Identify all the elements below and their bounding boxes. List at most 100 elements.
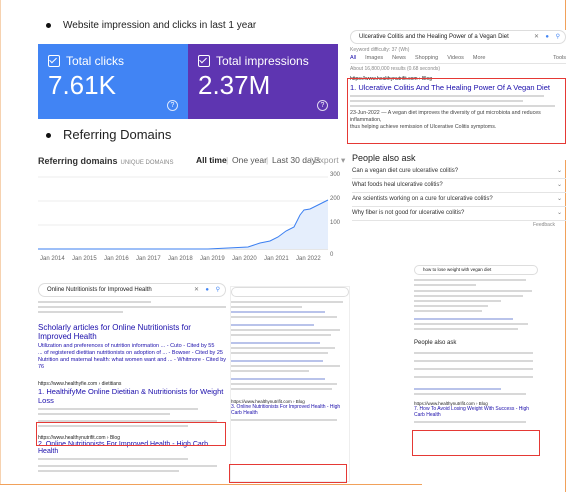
serp-line xyxy=(414,284,476,286)
serp-line xyxy=(414,393,526,395)
paa-question[interactable]: Are scientists working on a cure for ulc… xyxy=(352,192,566,207)
serp-top-tabs: All Images News Shopping Videos More Too… xyxy=(350,55,566,61)
mic-icon[interactable]: ● xyxy=(205,284,209,296)
seo-metrics-row xyxy=(38,413,170,415)
export-label: Export xyxy=(314,155,339,165)
paa-question-text: Can a vegan diet cure ulcerative colitis… xyxy=(352,168,459,174)
bullet-domains-text: Referring Domains xyxy=(63,127,172,142)
paa-question-text: Why fiber is not good for ulcerative col… xyxy=(352,210,465,216)
scholarly-item[interactable]: Nutrition and maternal health: what wome… xyxy=(38,357,226,371)
serp-link-line xyxy=(414,318,514,320)
serp-tabs-line xyxy=(414,279,526,281)
filter-all-time[interactable]: All time xyxy=(196,155,227,165)
y-tick: 200 xyxy=(330,196,341,202)
divider: | xyxy=(310,155,313,165)
total-clicks-header: Total clicks xyxy=(48,54,124,68)
scholarly-item[interactable]: ... of registered dietitian nutritionist… xyxy=(38,350,226,357)
highlight-box xyxy=(347,78,566,144)
chevron-down-icon: ▾ xyxy=(340,155,346,165)
highlight-box xyxy=(36,422,226,446)
serp-line xyxy=(414,421,526,423)
total-clicks-card[interactable]: Total clicks 7.61K ? xyxy=(38,44,188,119)
scholarly-heading[interactable]: Scholarly articles for Online Nutritioni… xyxy=(38,323,226,341)
help-icon[interactable]: ? xyxy=(317,100,328,111)
serp-line xyxy=(414,290,532,292)
highlight-box xyxy=(229,464,347,483)
serp-link-line xyxy=(231,378,326,380)
serp-left-query: Online Nutritionists for Improved Health xyxy=(47,287,152,293)
serp-line xyxy=(414,328,519,330)
serp-line xyxy=(231,334,332,336)
frame-left-border xyxy=(0,0,1,484)
snippet-line xyxy=(38,465,217,467)
filter-one-year[interactable]: One year xyxy=(232,155,267,165)
serp-right-paa: People also ask xyxy=(414,340,457,346)
chevron-down-icon: ⌄ xyxy=(556,182,562,188)
total-impressions-card[interactable]: Total impressions 2.37M ? xyxy=(188,44,338,119)
bullet-domains: Referring Domains xyxy=(46,127,171,142)
highlight-box xyxy=(412,430,540,456)
paa-question-text: Are scientists working on a cure for ulc… xyxy=(352,196,493,202)
scholarly-item[interactable]: Utilization and preferences of nutrition… xyxy=(38,343,226,350)
tab-more[interactable]: More xyxy=(473,55,486,61)
tab-videos[interactable]: Videos xyxy=(447,55,464,61)
close-icon[interactable]: ✕ xyxy=(534,31,539,43)
chevron-down-icon: ⌄ xyxy=(556,210,562,216)
serp-tabs-line xyxy=(38,306,226,308)
result1-title-link[interactable]: 1. HealthifyMe Online Dietitian & Nutrit… xyxy=(38,387,226,405)
divider: | xyxy=(266,155,269,165)
x-tick: Jan 2014 xyxy=(40,256,65,262)
x-tick: Jan 2017 xyxy=(136,256,161,262)
tab-news[interactable]: News xyxy=(392,55,406,61)
close-icon[interactable]: ✕ xyxy=(194,284,199,296)
search-icon[interactable]: ⚲ xyxy=(216,284,220,296)
tab-all[interactable]: All xyxy=(350,55,356,61)
tab-shopping[interactable]: Shopping xyxy=(415,55,438,61)
serp-top-search-bar[interactable]: Ulcerative Colitis and the Healing Power… xyxy=(350,30,566,44)
chevron-down-icon: ⌄ xyxy=(556,168,562,174)
paa-question[interactable]: Why fiber is not good for ulcerative col… xyxy=(352,206,566,221)
paa-question[interactable]: What foods heal ulcerative colitis? ⌄ xyxy=(352,178,566,193)
filter-last-30-days[interactable]: Last 30 days xyxy=(272,155,320,165)
serp-link-line xyxy=(414,388,501,390)
x-tick: Jan 2022 xyxy=(296,256,321,262)
right-result-title-link[interactable]: 7. How To Avoid Losing Weight With Succe… xyxy=(414,406,538,418)
feedback-link[interactable]: Feedback xyxy=(533,222,555,228)
serp-line xyxy=(231,383,338,385)
serp-line xyxy=(231,306,302,308)
serp-top-query: Ulcerative Colitis and the Healing Power… xyxy=(359,34,509,40)
serp-stats-line xyxy=(38,311,123,313)
paa-question[interactable]: Can a vegan diet cure ulcerative colitis… xyxy=(352,164,566,179)
x-tick: Jan 2019 xyxy=(200,256,225,262)
serp-mid-search-bar[interactable] xyxy=(231,287,349,297)
total-impressions-label: Total impressions xyxy=(216,54,309,68)
serp-line xyxy=(414,323,529,325)
serp-line xyxy=(231,316,338,318)
serp-link-line xyxy=(231,311,326,313)
serp-left-search-bar[interactable]: Online Nutritionists for Improved Health… xyxy=(38,283,226,297)
x-tick: Jan 2015 xyxy=(72,256,97,262)
serp-left: Online Nutritionists for Improved Health… xyxy=(38,283,226,475)
tab-images[interactable]: Images xyxy=(365,55,383,61)
divider: | xyxy=(226,155,229,165)
serp-line xyxy=(414,295,524,297)
mic-icon[interactable]: ● xyxy=(545,31,549,43)
checkbox-icon xyxy=(198,55,210,67)
mid-result-title-link[interactable]: 3. Online Nutritionists For Improved Hea… xyxy=(231,404,349,416)
y-tick-zero: 0 xyxy=(330,252,334,258)
search-icon[interactable]: ⚲ xyxy=(556,31,560,43)
bullet-dot xyxy=(46,133,51,139)
serp-right-search-bar[interactable]: how to lose weight with vegan diet xyxy=(414,265,538,275)
serp-line xyxy=(231,370,309,372)
bullet-dot xyxy=(46,22,51,28)
tab-tools[interactable]: Tools xyxy=(553,55,566,61)
seo-metrics-row xyxy=(38,458,189,460)
serp-mid: https://www.healthynutrifit.com › Blog 3… xyxy=(230,286,350,482)
help-icon[interactable]: ? xyxy=(167,100,178,111)
frame-bottom-border xyxy=(0,484,422,485)
serp-link-line xyxy=(231,360,324,362)
serp-line xyxy=(231,347,335,349)
keyword-difficulty: Keyword difficulty: 37 (Wh) xyxy=(350,47,410,53)
serp-line xyxy=(414,300,501,302)
paa-line xyxy=(414,352,534,354)
